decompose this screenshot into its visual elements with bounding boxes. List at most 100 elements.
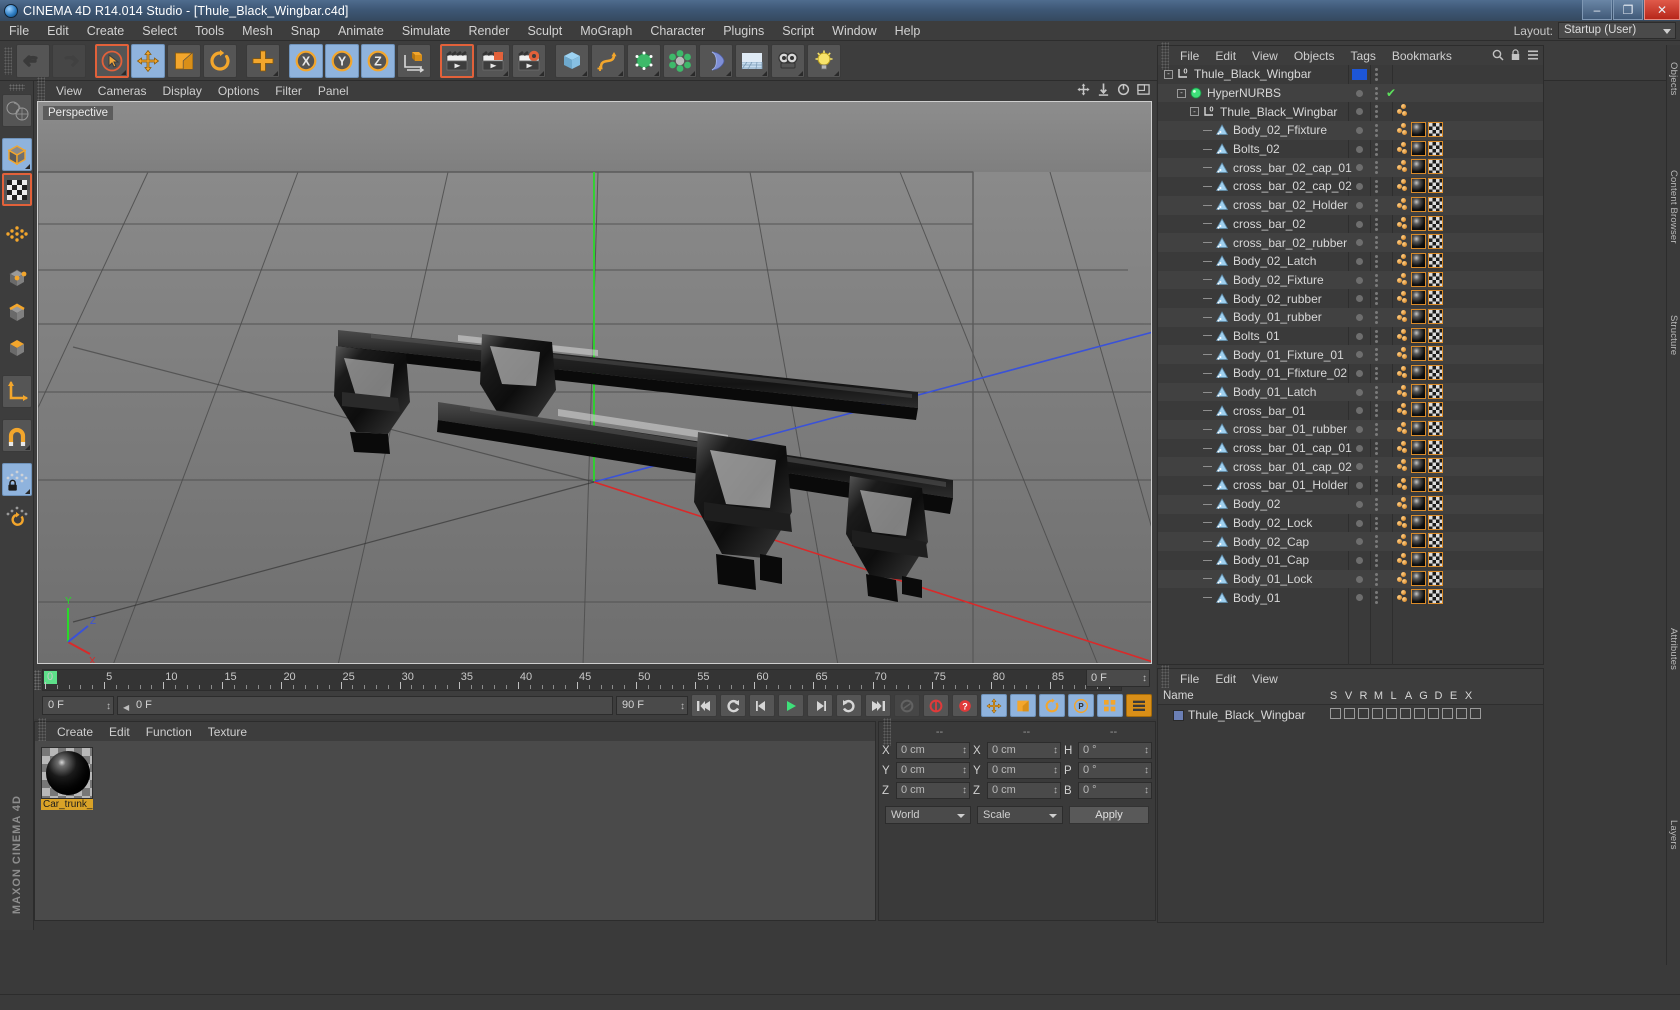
visible-toggle-icon[interactable] [1344,708,1355,719]
menu-plugins[interactable]: Plugins [714,21,773,41]
layer-menu-edit[interactable]: Edit [1207,672,1244,686]
add-array-object[interactable] [663,43,697,78]
object-row[interactable]: cross_bar_01_cap_01 [1158,439,1543,458]
object-row[interactable]: Body_02_Cap [1158,532,1543,551]
phong-tag-icon[interactable] [1396,253,1409,268]
render-view-button[interactable] [440,43,474,78]
object-row[interactable]: - 0 Thule_Black_Wingbar [1158,102,1543,121]
object-row[interactable]: Bolts_02 [1158,140,1543,159]
layer-color-swatch[interactable] [1173,709,1184,721]
visibility-dot-icon[interactable] [1356,295,1363,303]
extra-toggle-icon[interactable] [1470,708,1481,719]
visibility-dot-icon[interactable] [1356,444,1363,452]
scale-tool[interactable] [167,43,201,78]
object-row[interactable]: Body_02_Ffixture [1158,121,1543,140]
menu-animate[interactable]: Animate [329,21,393,41]
size-y-field[interactable]: 0 cm ↕ [987,762,1061,779]
viewport-menu-panel[interactable]: Panel [310,84,357,98]
perspective-viewport[interactable]: Perspective Y X Z [37,101,1152,664]
expression-toggle-icon[interactable] [1442,708,1453,719]
coordinate-system-dropdown[interactable]: World [885,806,971,824]
object-name[interactable]: Body_02_Lock [1233,516,1312,530]
menu-render[interactable]: Render [459,21,518,41]
visibility-dot-icon[interactable] [1356,332,1363,340]
menu-edit[interactable]: Edit [38,21,78,41]
menu-sculpt[interactable]: Sculpt [518,21,571,41]
object-row[interactable]: Body_02 [1158,494,1543,514]
record-active-objects-button[interactable] [894,694,920,717]
visibility-toggles-icon[interactable] [1375,198,1378,212]
phong-tag-icon[interactable] [1396,328,1409,343]
visibility-dot-icon[interactable] [1356,370,1363,377]
dock-tab-objects[interactable]: Objects [1667,45,1680,112]
play-button[interactable] [778,694,804,717]
phong-tag-icon[interactable] [1396,346,1409,361]
material-tag-icon[interactable] [1411,178,1426,194]
visibility-dot-icon[interactable] [1356,500,1363,508]
object-name[interactable]: Body_02_Latch [1233,254,1316,268]
object-name[interactable]: Body_02_Ffixture [1233,123,1327,137]
phong-tag-icon[interactable] [1396,421,1409,436]
object-row[interactable]: Body_02_rubber [1158,289,1543,308]
menu-tools[interactable]: Tools [186,21,233,41]
search-icon[interactable] [1492,49,1504,64]
uvw-tag-icon[interactable] [1428,458,1443,474]
visibility-dot-icon[interactable] [1356,538,1363,546]
visibility-dot-icon[interactable] [1356,220,1363,228]
visibility-toggles-icon[interactable] [1375,161,1378,175]
add-camera-object[interactable] [771,43,805,78]
pla-key-toggle[interactable] [1097,694,1123,717]
position-z-field[interactable]: 0 cm ↕ [896,782,970,799]
object-name[interactable]: Thule_Black_Wingbar [1194,67,1311,81]
object-row[interactable]: Body_01_Cap [1158,551,1543,570]
go-to-next-key-button[interactable] [836,694,862,717]
rotation-b-field[interactable]: 0 ° ↕ [1078,782,1152,799]
phong-tag-icon[interactable] [1396,458,1409,473]
material-item[interactable]: Car_trunk_ [41,747,93,810]
material-tag-icon[interactable] [1411,477,1426,493]
toolbar-grip[interactable] [4,46,12,75]
object-row[interactable]: Body_01_rubber [1158,307,1543,327]
phong-tag-icon[interactable] [1396,365,1409,380]
object-name[interactable]: cross_bar_01_Holder [1233,478,1348,492]
visibility-toggles-icon[interactable] [1375,68,1378,81]
object-row[interactable]: Body_02_Lock [1158,514,1543,533]
menu-mesh[interactable]: Mesh [233,21,282,41]
scrub-bar[interactable]: 0 F [117,696,613,716]
enable-check-icon[interactable]: ✔ [1386,87,1396,99]
object-row[interactable]: Body_01_Fixture_01 [1158,345,1543,364]
visibility-toggles-icon[interactable] [1375,497,1378,511]
visibility-toggles-icon[interactable] [1375,329,1378,343]
generator-toggle-icon[interactable] [1414,708,1425,719]
visibility-dot-icon[interactable] [1356,407,1363,415]
undo-button[interactable] [16,43,50,78]
options-icon[interactable] [1527,49,1539,64]
timeline-grip[interactable] [34,670,41,690]
lock-icon[interactable] [1510,49,1521,64]
phong-tag-icon[interactable] [1396,103,1409,118]
object-row[interactable]: Body_02_Fixture [1158,270,1543,290]
visibility-dot-icon[interactable] [1356,388,1363,396]
move-tool[interactable] [131,43,165,78]
object-manager-menu-view[interactable]: View [1244,49,1286,63]
material-tag-icon[interactable] [1411,421,1426,437]
material-tag-icon[interactable] [1411,551,1426,567]
world-object-coordinates[interactable] [397,43,431,78]
object-name[interactable]: Body_01_Fixture_01 [1233,348,1344,362]
uvw-tag-icon[interactable] [1428,140,1443,156]
manager-toggle-icon[interactable] [1372,708,1383,719]
dock-tab-structure[interactable]: Structure [1667,295,1680,376]
object-name[interactable]: cross_bar_02_rubber [1233,236,1347,250]
object-name[interactable]: Thule_Black_Wingbar [1220,105,1337,119]
scale-key-toggle[interactable] [1010,694,1036,717]
uvw-tag-icon[interactable] [1428,551,1443,567]
object-row[interactable]: cross_bar_01_cap_02 [1158,457,1543,477]
visibility-toggles-icon[interactable] [1375,292,1378,306]
step-back-button[interactable] [749,694,775,717]
apply-button[interactable]: Apply [1069,806,1149,824]
material-tag-icon[interactable] [1411,252,1426,268]
object-name[interactable]: Body_02_Cap [1233,535,1309,549]
rotation-h-field[interactable]: 0 ° ↕ [1078,742,1152,759]
enable-axis-modification[interactable] [1,375,32,408]
current-frame-readout[interactable]: 0 F [1086,669,1150,687]
